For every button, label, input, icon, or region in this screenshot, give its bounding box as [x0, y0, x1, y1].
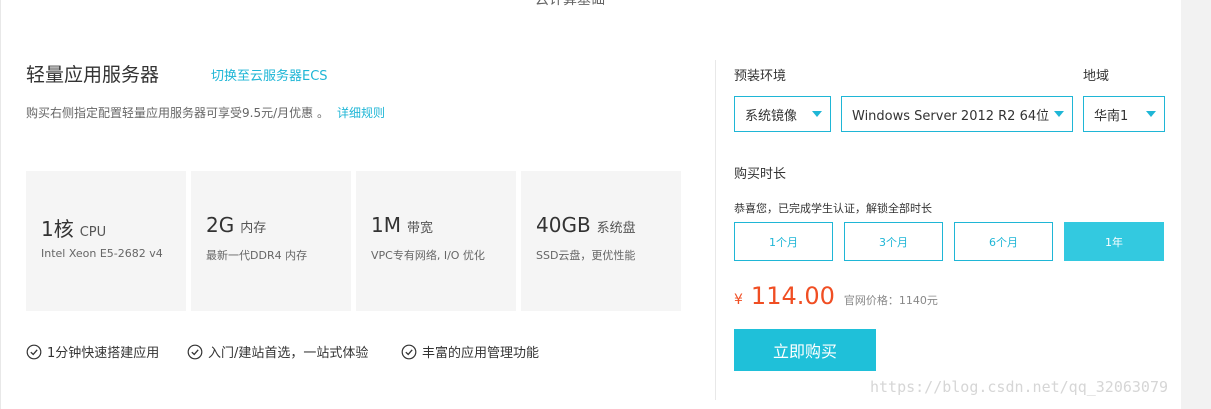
panel-divider	[715, 60, 716, 400]
os-value: Windows Server 2012 R2 64位	[852, 108, 1050, 124]
duration-1-month-button[interactable]: 1个月	[734, 222, 833, 261]
spec-desc: SSD云盘，更优性能	[536, 249, 636, 262]
price-row: ¥ 114.00 官网价格：1140元	[734, 282, 938, 310]
region-select[interactable]: 华南1	[1083, 96, 1165, 132]
spec-unit: 带宽	[406, 221, 433, 236]
check-circle-icon	[187, 344, 203, 359]
caret-down-icon	[1146, 111, 1156, 117]
product-title: 轻量应用服务器	[26, 64, 160, 86]
spec-unit: 内存	[240, 221, 267, 236]
feature-item: 入门/建站首选，一站式体验	[187, 342, 368, 361]
student-notice: 恭喜您，已完成学生认证，解锁全部时长	[734, 202, 932, 215]
feature-label: 入门/建站首选，一站式体验	[208, 346, 369, 361]
right-gutter	[1181, 0, 1211, 409]
region-label: 地域	[1083, 69, 1110, 84]
image-type-select[interactable]: 系统镜像	[734, 96, 831, 132]
buy-now-button[interactable]: 立即购买	[734, 329, 876, 371]
spec-unit: 系统盘	[596, 221, 636, 236]
watermark: https://blog.csdn.net/qq_32063079	[870, 378, 1169, 396]
duration-6-month-button[interactable]: 6个月	[954, 222, 1053, 261]
spec-desc: VPC专有网络, I/O 优化	[371, 249, 485, 262]
feature-item: 1分钟快速搭建应用	[26, 342, 159, 361]
spec-value: 2G	[206, 213, 235, 237]
check-circle-icon	[26, 344, 42, 359]
duration-3-month-button[interactable]: 3个月	[844, 222, 943, 261]
spec-unit: CPU	[79, 225, 107, 240]
original-price: 官网价格：1140元	[843, 294, 938, 307]
image-type-value: 系统镜像	[745, 108, 798, 124]
spec-card-cpu: 1核 CPU Intel Xeon E5-2682 v4	[26, 171, 186, 311]
spec-card-disk: 40GB 系统盘 SSD云盘，更优性能	[521, 171, 681, 311]
caret-down-icon	[812, 111, 822, 117]
page-title: 云计算基础	[535, 0, 605, 8]
os-select[interactable]: Windows Server 2012 R2 64位	[841, 96, 1073, 132]
spec-card-bandwidth: 1M 带宽 VPC专有网络, I/O 优化	[356, 171, 516, 311]
left-border	[0, 0, 1, 409]
feature-label: 1分钟快速搭建应用	[47, 346, 160, 361]
spec-desc: Intel Xeon E5-2682 v4	[41, 247, 163, 260]
promo-text: 购买右侧指定配置轻量应用服务器可享受9.5元/月优惠 。	[26, 106, 329, 120]
price-amount: 114.00	[750, 282, 835, 310]
env-label: 预装环境	[734, 69, 787, 84]
promo-line: 购买右侧指定配置轻量应用服务器可享受9.5元/月优惠 。详细规则	[26, 104, 385, 121]
spec-card-memory: 2G 内存 最新一代DDR4 内存	[191, 171, 351, 311]
spec-value: 40GB	[536, 213, 591, 237]
switch-to-ecs-link[interactable]: 切换至云服务器ECS	[211, 65, 328, 84]
check-circle-icon	[401, 344, 417, 359]
spec-desc: 最新一代DDR4 内存	[206, 249, 308, 262]
spec-value: 1核	[41, 217, 74, 241]
duration-1-year-button[interactable]: 1年	[1064, 222, 1164, 261]
currency-symbol: ¥	[734, 292, 743, 308]
duration-label: 购买时长	[734, 167, 787, 182]
feature-item: 丰富的应用管理功能	[401, 342, 539, 361]
rules-link[interactable]: 详细规则	[337, 106, 385, 120]
feature-label: 丰富的应用管理功能	[422, 346, 540, 361]
region-value: 华南1	[1094, 108, 1129, 124]
spec-value: 1M	[371, 213, 401, 237]
caret-down-icon	[1054, 111, 1064, 117]
